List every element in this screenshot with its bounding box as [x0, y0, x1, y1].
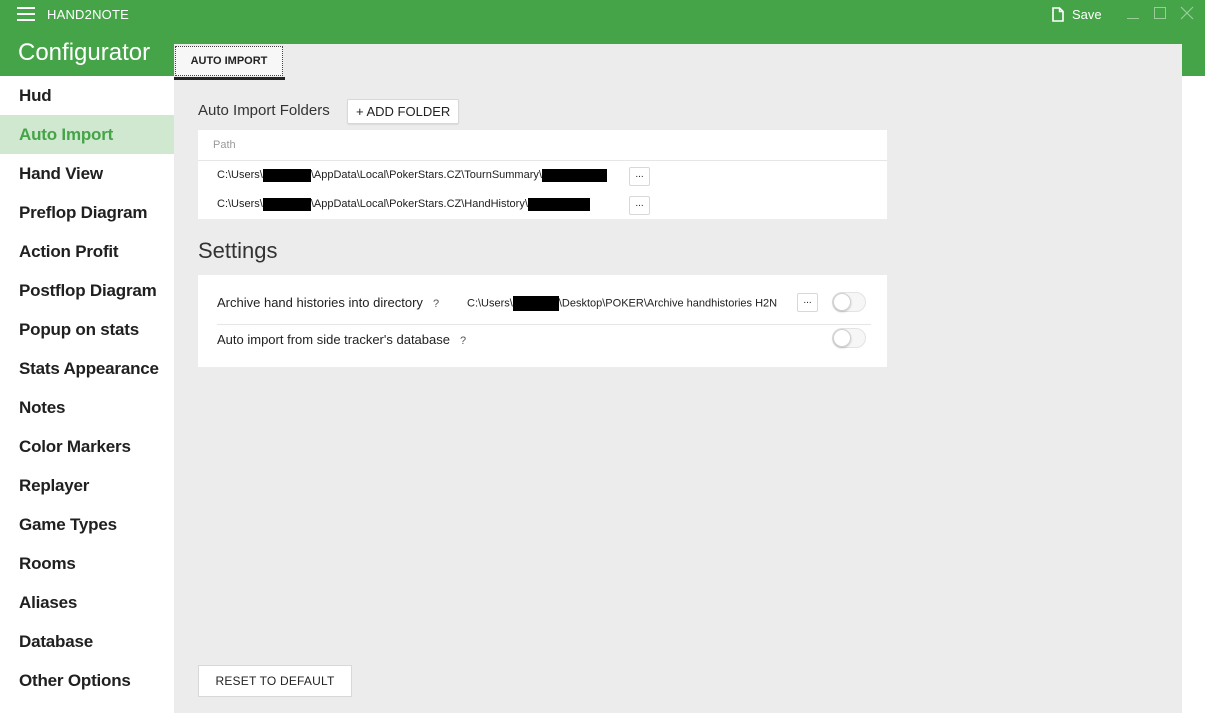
- sidebar-item-aliases[interactable]: Aliases: [0, 583, 174, 622]
- side-tracker-toggle[interactable]: [832, 328, 866, 348]
- sidebar-item-action-profit[interactable]: Action Profit: [0, 232, 174, 271]
- folder-row: C:\Users\ \AppData\Local\PokerStars.CZ\To…: [198, 161, 887, 190]
- help-icon[interactable]: ?: [433, 298, 439, 310]
- minimize-icon[interactable]: [1126, 6, 1140, 20]
- right-edge: [1182, 76, 1205, 713]
- sidebar-item-popup-on-stats[interactable]: Popup on stats: [0, 310, 174, 349]
- archive-path-prefix: C:\Users\: [467, 297, 513, 310]
- settings-title: Settings: [198, 238, 278, 263]
- redacted-username: [262, 197, 311, 211]
- sidebar-item-postflop-diagram[interactable]: Postflop Diagram: [0, 271, 174, 310]
- archive-setting-label: Archive hand histories into directory?: [217, 295, 439, 310]
- folder-path-prefix: C:\Users\: [217, 198, 263, 210]
- sidebar-nav: Hud Auto Import Hand View Preflop Diagra…: [0, 76, 174, 700]
- folder-row: C:\Users\ \AppData\Local\PokerStars.CZ\Ha…: [198, 190, 887, 219]
- sidebar-item-database[interactable]: Database: [0, 622, 174, 661]
- hamburger-menu-icon[interactable]: [17, 7, 35, 21]
- side-tracker-setting-label: Auto import from side tracker's database…: [217, 332, 466, 347]
- sidebar-item-other-options[interactable]: Other Options: [0, 661, 174, 700]
- browse-folder-button[interactable]: ...: [629, 196, 650, 215]
- sidebar-item-color-markers[interactable]: Color Markers: [0, 427, 174, 466]
- sidebar-item-replayer[interactable]: Replayer: [0, 466, 174, 505]
- folder-path-middle: \AppData\Local\PokerStars.CZ\HandHistory…: [310, 198, 528, 210]
- sidebar: Configurator Hud Auto Import Hand View P…: [0, 28, 174, 713]
- redacted-account: [527, 197, 590, 211]
- close-icon[interactable]: [1180, 6, 1194, 20]
- save-label: Save: [1072, 6, 1102, 22]
- title-bar: HAND2NOTE Save: [0, 0, 1205, 28]
- sidebar-item-stats-appearance[interactable]: Stats Appearance: [0, 349, 174, 388]
- sidebar-item-auto-import[interactable]: Auto Import: [0, 115, 174, 154]
- auto-import-folders-label: Auto Import Folders: [198, 102, 330, 119]
- archive-label-text: Archive hand histories into directory: [217, 295, 423, 310]
- redacted-username: [512, 296, 559, 311]
- sidebar-item-preflop-diagram[interactable]: Preflop Diagram: [0, 193, 174, 232]
- archive-path-suffix: \Desktop\POKER\Archive handhistories H2N: [558, 297, 778, 310]
- document-icon: [1052, 6, 1064, 22]
- folder-path-middle: \AppData\Local\PokerStars.CZ\TournSummar…: [310, 169, 542, 181]
- folders-table: Path C:\Users\ \AppData\Local\PokerStars.…: [198, 130, 887, 219]
- sidebar-item-hud[interactable]: Hud: [0, 76, 174, 115]
- sidebar-item-notes[interactable]: Notes: [0, 388, 174, 427]
- sidebar-item-game-types[interactable]: Game Types: [0, 505, 174, 544]
- archive-path: C:\Users\ \Desktop\POKER\Archive handhist…: [467, 296, 777, 311]
- side-tracker-setting-row: Auto import from side tracker's database…: [217, 324, 871, 354]
- sidebar-item-hand-view[interactable]: Hand View: [0, 154, 174, 193]
- settings-card: Archive hand histories into directory? C…: [198, 275, 887, 367]
- redacted-account: [541, 168, 607, 182]
- sidebar-item-rooms[interactable]: Rooms: [0, 544, 174, 583]
- browse-archive-button[interactable]: ...: [797, 293, 818, 312]
- save-button[interactable]: Save: [1052, 5, 1102, 23]
- reset-to-default-button[interactable]: RESET TO DEFAULT: [198, 665, 352, 697]
- browse-folder-button[interactable]: ...: [629, 167, 650, 186]
- folder-path-prefix: C:\Users\: [217, 169, 263, 181]
- add-folder-button[interactable]: + ADD FOLDER: [347, 99, 460, 124]
- tab-indicator: [174, 77, 285, 80]
- archive-setting-row: Archive hand histories into directory? C…: [217, 280, 871, 325]
- main-panel: AUTO IMPORT Auto Import Folders + ADD FO…: [174, 44, 1182, 713]
- app-title: HAND2NOTE: [47, 7, 129, 22]
- side-tracker-label-text: Auto import from side tracker's database: [217, 332, 450, 347]
- maximize-icon[interactable]: [1153, 6, 1167, 20]
- archive-toggle[interactable]: [832, 292, 866, 312]
- tab-auto-import[interactable]: AUTO IMPORT: [175, 46, 283, 76]
- sidebar-title: Configurator: [0, 28, 174, 76]
- path-column-header: Path: [198, 130, 887, 161]
- redacted-username: [262, 168, 311, 182]
- help-icon[interactable]: ?: [460, 335, 466, 347]
